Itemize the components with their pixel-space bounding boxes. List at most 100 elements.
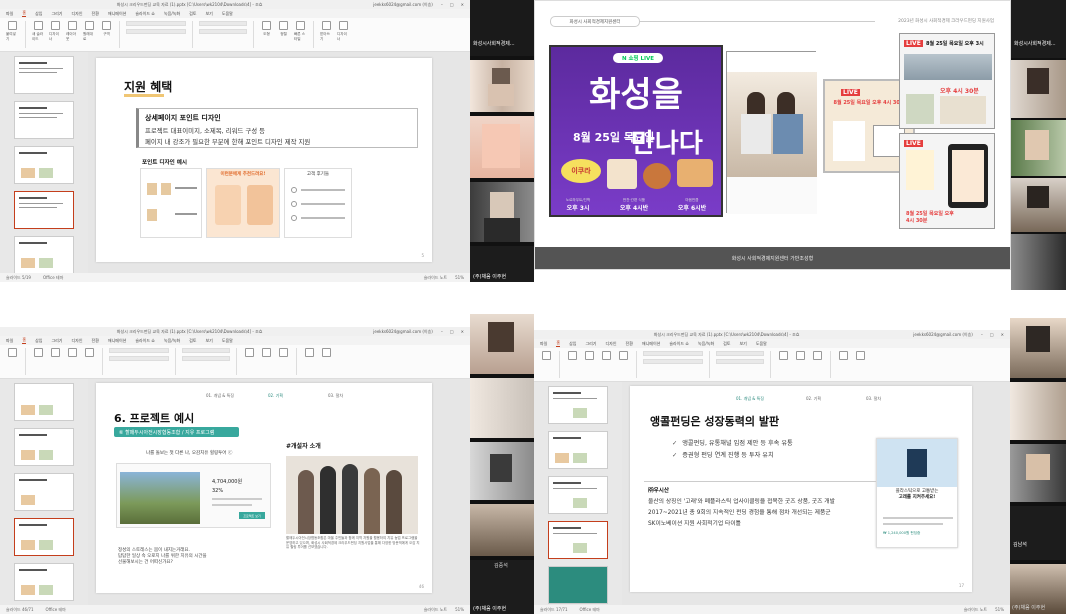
paste-button[interactable] — [540, 351, 553, 378]
participant-tile[interactable] — [1010, 382, 1066, 440]
slide[interactable]: 지원 혜택 상세페이지 포인트 디자인 프로젝트 대표이미지, 소제목, 리워드… — [96, 58, 432, 262]
participant-tile[interactable]: 화성시사회적경제... — [1011, 0, 1066, 58]
ribbon-tab[interactable]: 홈 — [22, 337, 27, 344]
slide-thumbnail[interactable] — [548, 431, 608, 469]
slide-thumbnail[interactable] — [14, 146, 74, 184]
designer-button[interactable]: 디자이너 — [49, 21, 62, 48]
slide-thumbnail[interactable] — [14, 56, 74, 94]
ribbon-tab[interactable]: 녹음/녹화 — [698, 341, 714, 347]
layout-button[interactable] — [66, 348, 79, 375]
participant-tile[interactable] — [1010, 444, 1066, 502]
minimize-icon[interactable]: – — [441, 2, 443, 7]
participant-tile[interactable]: 화성시사회적경제... — [470, 0, 534, 56]
account-name[interactable]: jeekks6024@gmail.com (이승) — [373, 329, 433, 335]
ribbon-tab[interactable]: 녹음/녹화 — [164, 11, 180, 17]
paragraph-controls[interactable] — [199, 21, 247, 48]
participant-tile[interactable] — [470, 314, 534, 374]
ribbon-tab[interactable]: 도움말 — [222, 11, 233, 17]
dictate-button[interactable]: 받아쓰기 — [320, 21, 333, 48]
designer-button[interactable] — [583, 351, 596, 378]
slide-thumbnails[interactable] — [534, 382, 622, 605]
account-name[interactable]: jeekks6024@gmail.com (이승) — [373, 2, 433, 8]
notes-button[interactable]: 슬라이드 노트 — [424, 275, 447, 281]
shapes-button[interactable] — [777, 351, 790, 378]
ribbon-tab[interactable]: 그리기 — [51, 338, 62, 344]
section-nav[interactable]: 03. 절차 — [328, 393, 343, 399]
dictate-button[interactable] — [303, 348, 316, 375]
new-slide-button[interactable]: 새 슬라이드 — [32, 21, 45, 48]
paragraph-controls[interactable] — [716, 351, 764, 378]
ribbon-tab[interactable]: 보기 — [739, 341, 746, 347]
layout-button[interactable]: 레이아웃 — [66, 21, 79, 48]
ribbon-tab[interactable]: 삽입 — [35, 11, 42, 17]
participant-tile[interactable]: (주)채움 이주현 — [470, 246, 534, 282]
ribbon-tab[interactable]: 디자인 — [71, 338, 82, 344]
participant-tile[interactable] — [1011, 178, 1066, 232]
ribbon-tab[interactable]: 삽입 — [35, 338, 42, 344]
layout-button[interactable] — [600, 351, 613, 378]
arrange-button[interactable] — [794, 351, 807, 378]
participant-tile[interactable] — [1011, 60, 1066, 118]
ribbon-tab[interactable]: 보기 — [205, 338, 212, 344]
ribbon-tab[interactable]: 삽입 — [569, 341, 576, 347]
new-slide-button[interactable] — [32, 348, 45, 375]
slide[interactable]: 01. 개념 & 특징 02. 기획 03. 절차 앵콜펀딩은 성장동력의 발판… — [630, 386, 972, 592]
designer-button-2[interactable] — [320, 348, 333, 375]
reset-button[interactable]: 원래대로 — [83, 21, 96, 48]
slide-thumbnail[interactable] — [548, 386, 608, 424]
ribbon-tab[interactable]: 전환 — [92, 11, 99, 17]
zoom-level[interactable]: 51% — [455, 275, 464, 281]
participant-tile[interactable]: 김남석 — [1010, 506, 1066, 560]
arrange-button[interactable] — [260, 348, 273, 375]
designer-button[interactable] — [49, 348, 62, 375]
section-nav[interactable]: 03. 절차 — [866, 396, 881, 402]
ribbon-tab[interactable]: 검토 — [189, 11, 196, 17]
reset-button[interactable] — [83, 348, 96, 375]
notes-button[interactable]: 슬라이드 노트 — [964, 607, 987, 613]
section-nav-active[interactable]: 01. 개념 & 특징 — [736, 396, 764, 402]
ribbon-tab[interactable]: 애니메이션 — [108, 11, 126, 17]
paste-button[interactable]: 붙여넣기 — [6, 21, 19, 48]
account-name[interactable]: jeekks6024@gmail.com (이승) — [913, 332, 973, 338]
slide[interactable]: 01. 개념 & 특징 02. 기획 03. 절차 6. 프로젝트 예시 ⑥ 할… — [96, 383, 432, 593]
slide-thumbnails[interactable] — [0, 379, 88, 605]
slide-thumbnail[interactable] — [548, 476, 608, 514]
slide-thumbnail-selected[interactable] — [14, 518, 74, 556]
participant-tile[interactable] — [470, 116, 534, 178]
slide-thumbnail[interactable] — [14, 428, 74, 466]
designer-button-2[interactable] — [854, 351, 867, 378]
zoom-level[interactable]: 51% — [455, 607, 464, 613]
ribbon-tab[interactable]: 디자인 — [71, 11, 82, 17]
maximize-icon[interactable]: □ — [990, 332, 994, 337]
participant-tile[interactable] — [1011, 234, 1066, 290]
ribbon-tab[interactable]: 보기 — [205, 11, 212, 17]
quick-styles-button[interactable] — [811, 351, 824, 378]
ribbon-tab[interactable]: 도움말 — [222, 338, 233, 344]
ribbon-tab[interactable]: 그리기 — [585, 341, 596, 347]
slide-thumbnails[interactable] — [0, 52, 88, 273]
ribbon-tab[interactable]: 도움말 — [756, 341, 767, 347]
maximize-icon[interactable]: □ — [450, 329, 454, 334]
ribbon-tab[interactable]: 파일 — [6, 11, 13, 17]
quick-styles-button[interactable] — [277, 348, 290, 375]
view-project-button[interactable]: 프로젝트 보기 — [239, 512, 265, 519]
ribbon-tab[interactable]: 전환 — [92, 338, 99, 344]
slide-canvas[interactable]: 01. 개념 & 특징 02. 기획 03. 절차 앵콜펀딩은 성장동력의 발판… — [622, 382, 1010, 605]
minimize-icon[interactable]: – — [441, 329, 443, 334]
slide-thumbnail[interactable] — [14, 473, 74, 511]
close-icon[interactable]: ✕ — [1001, 332, 1004, 337]
slide-canvas[interactable]: 01. 개념 & 특징 02. 기획 03. 절차 6. 프로젝트 예시 ⑥ 할… — [88, 379, 470, 605]
participant-tile[interactable] — [1011, 120, 1066, 176]
ribbon-tab[interactable]: 애니메이션 — [108, 338, 126, 344]
notes-button[interactable]: 슬라이드 노트 — [424, 607, 447, 613]
close-icon[interactable]: ✕ — [461, 2, 464, 7]
slide-thumbnail[interactable] — [14, 563, 74, 601]
font-controls[interactable] — [643, 351, 703, 378]
slide-thumbnail[interactable] — [548, 566, 608, 604]
participant-tile[interactable] — [470, 182, 534, 242]
ribbon-tab[interactable]: 검토 — [189, 338, 196, 344]
quick-styles-button[interactable]: 빠른 스타일 — [294, 21, 307, 48]
paste-button[interactable] — [6, 348, 19, 375]
ribbon-tab[interactable]: 애니메이션 — [642, 341, 660, 347]
ribbon-tab[interactable]: 슬라이드 쇼 — [135, 11, 155, 17]
